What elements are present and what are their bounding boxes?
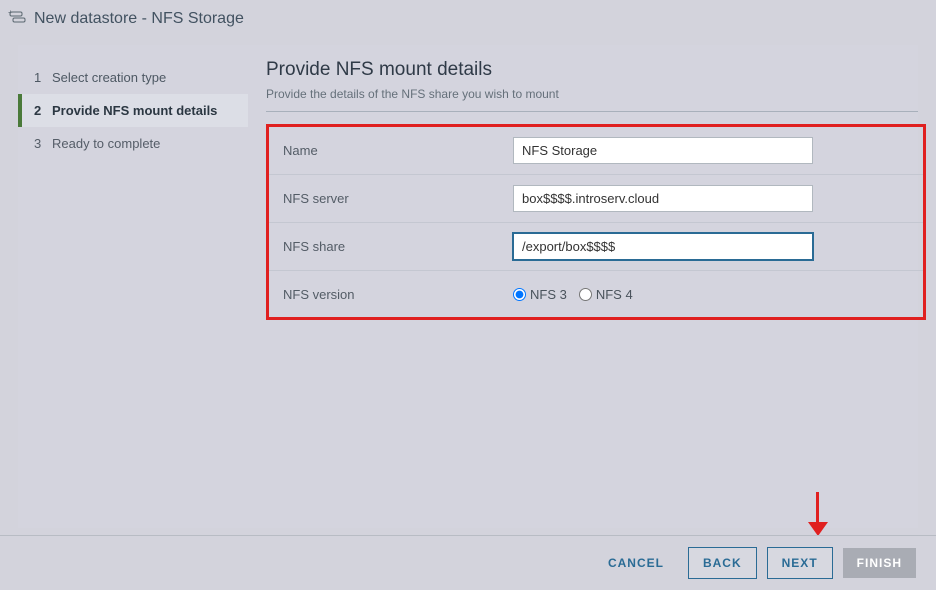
step-number: 3	[34, 136, 52, 151]
nfs-share-label: NFS share	[283, 239, 513, 254]
finish-button: FINISH	[843, 548, 916, 578]
content-area: 1 Select creation type 2 Provide NFS mou…	[18, 45, 918, 528]
step-label: Ready to complete	[52, 136, 160, 151]
step-label: Provide NFS mount details	[52, 103, 217, 118]
name-input[interactable]	[513, 137, 813, 164]
nfs-server-input[interactable]	[513, 185, 813, 212]
row-nfs-server: NFS server	[269, 175, 923, 223]
nfs-version-3-option[interactable]: NFS 3	[513, 287, 567, 302]
nfs-server-label: NFS server	[283, 191, 513, 206]
nfs-version-4-radio[interactable]	[579, 288, 592, 301]
wizard-steps-sidebar: 1 Select creation type 2 Provide NFS mou…	[18, 45, 248, 528]
nfs-version-4-option[interactable]: NFS 4	[579, 287, 633, 302]
row-name: Name	[269, 127, 923, 175]
step-select-creation-type[interactable]: 1 Select creation type	[18, 61, 248, 94]
window-title: New datastore - NFS Storage	[34, 10, 244, 28]
back-button[interactable]: BACK	[688, 547, 757, 579]
nfs-version-radio-group: NFS 3 NFS 4	[513, 287, 909, 302]
page-title: Provide NFS mount details	[266, 59, 918, 81]
title-bar: + New datastore - NFS Storage	[0, 0, 936, 36]
name-label: Name	[283, 143, 513, 158]
step-label: Select creation type	[52, 70, 166, 85]
dialog-window: + New datastore - NFS Storage 1 Select c…	[0, 0, 936, 590]
nfs-version-4-label: NFS 4	[596, 287, 633, 302]
step-ready-to-complete[interactable]: 3 Ready to complete	[18, 127, 248, 160]
datastore-icon: +	[8, 10, 28, 28]
svg-text:+: +	[8, 10, 13, 17]
row-nfs-share: NFS share	[269, 223, 923, 271]
step-number: 2	[34, 103, 52, 118]
main-panel: Provide NFS mount details Provide the de…	[248, 45, 918, 528]
nfs-form-highlight-box: Name NFS server NFS share	[266, 124, 926, 320]
nfs-version-3-radio[interactable]	[513, 288, 526, 301]
nfs-version-label: NFS version	[283, 287, 513, 302]
step-provide-nfs-mount-details[interactable]: 2 Provide NFS mount details	[18, 94, 248, 127]
cancel-button[interactable]: CANCEL	[594, 548, 678, 578]
nfs-share-input[interactable]	[513, 233, 813, 260]
nfs-version-3-label: NFS 3	[530, 287, 567, 302]
page-subtitle: Provide the details of the NFS share you…	[266, 87, 918, 112]
dialog-footer: CANCEL BACK NEXT FINISH	[0, 535, 936, 590]
row-nfs-version: NFS version NFS 3 NFS 4	[269, 271, 923, 317]
next-button[interactable]: NEXT	[767, 547, 833, 579]
step-number: 1	[34, 70, 52, 85]
